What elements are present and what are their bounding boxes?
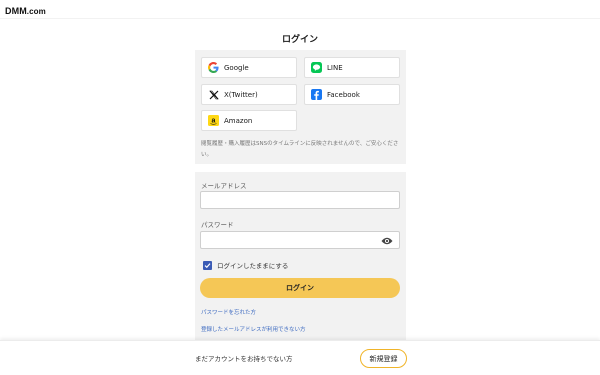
email-field[interactable] xyxy=(200,191,400,209)
facebook-login-label: Facebook xyxy=(327,90,360,99)
facebook-login-button[interactable]: Facebook xyxy=(304,84,400,105)
x-icon xyxy=(208,89,219,100)
forgot-password-link[interactable]: パスワードを忘れた方 xyxy=(201,308,256,316)
page-title: ログイン xyxy=(281,35,318,45)
svg-text:a: a xyxy=(212,118,216,125)
remember-me-label: ログインしたままにする xyxy=(217,262,289,270)
facebook-icon xyxy=(311,89,322,100)
amazon-login-button[interactable]: a Amazon xyxy=(201,110,297,131)
logo-suffix: .com xyxy=(26,7,46,16)
google-login-label: Google xyxy=(224,63,249,72)
password-label: パスワード xyxy=(201,221,234,229)
x-twitter-login-button[interactable]: X(Twitter) xyxy=(201,84,297,105)
sns-notice-text: 閲覧履歴・購入履歴はSNSのタイムラインに反映されませんので、ご安心ください。 xyxy=(201,141,399,158)
login-form-panel: メールアドレス パスワード ログインしたままにする ログイン パスワードを忘れた… xyxy=(195,172,406,343)
google-login-button[interactable]: Google xyxy=(201,57,297,78)
remember-me-checkbox[interactable] xyxy=(203,260,212,270)
password-field[interactable] xyxy=(200,231,400,249)
logo-main: DMM xyxy=(5,6,27,16)
google-icon xyxy=(208,62,219,73)
no-account-text: まだアカウントをお持ちでない方 xyxy=(195,355,293,363)
signup-bar xyxy=(0,340,600,375)
login-button[interactable]: ログイン xyxy=(200,278,400,298)
signup-button[interactable]: 新規登録 xyxy=(360,349,407,368)
line-login-button[interactable]: LINE xyxy=(304,57,400,78)
line-login-label: LINE xyxy=(327,63,343,72)
remember-me-row: ログインしたままにする xyxy=(203,260,288,270)
x-twitter-login-label: X(Twitter) xyxy=(224,90,258,99)
show-password-icon[interactable] xyxy=(381,235,393,247)
checkmark-icon xyxy=(204,262,211,268)
email-label: メールアドレス xyxy=(201,182,247,190)
header-divider xyxy=(0,18,600,19)
logo[interactable]: DMM.com xyxy=(5,6,46,16)
amazon-login-label: Amazon xyxy=(224,116,253,125)
amazon-icon: a xyxy=(208,115,219,126)
email-unavailable-link[interactable]: 登録したメールアドレスが利用できない方 xyxy=(201,325,306,333)
sns-login-panel: Google LINE X(Twitter) Facebook a Amazon… xyxy=(195,50,406,164)
line-icon xyxy=(311,62,322,73)
